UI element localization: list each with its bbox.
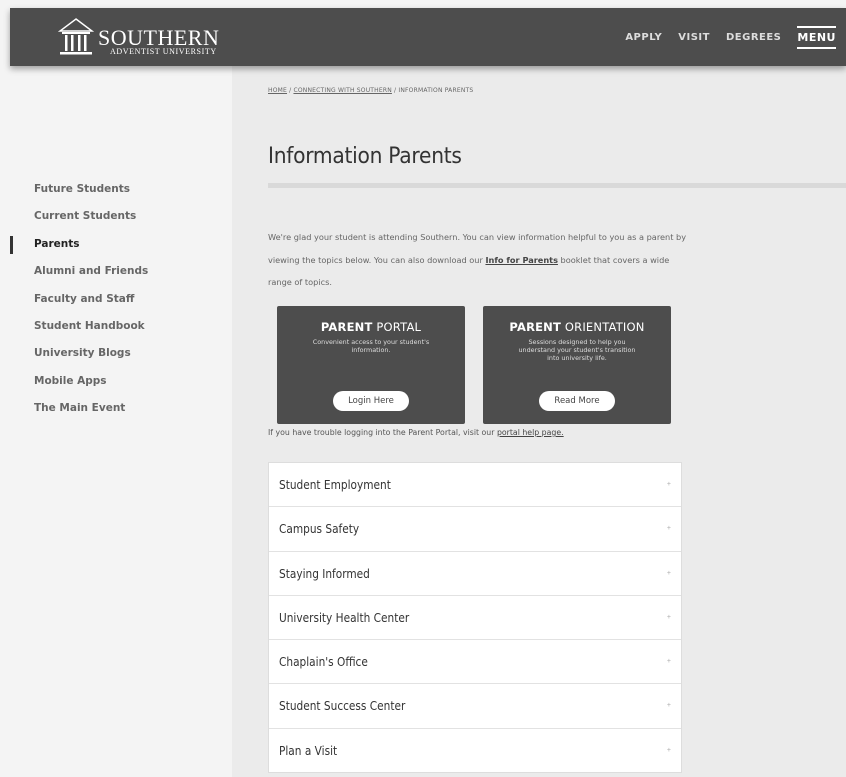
accordion-item-university-health-center[interactable]: University Health Center + (269, 596, 681, 641)
sidebar-item-the-main-event[interactable]: The Main Event (10, 395, 232, 422)
accordion-item-student-success-center[interactable]: Student Success Center + (269, 684, 681, 729)
accordion-label: Student Success Center (279, 699, 406, 714)
sidebar-item-faculty-and-staff[interactable]: Faculty and Staff (10, 286, 232, 313)
accordion-label: Chaplain's Office (279, 655, 368, 670)
sidebar-item-parents[interactable]: Parents (10, 231, 232, 258)
card-title-bold: PARENT (509, 320, 562, 334)
main-content: HOME / CONNECTING WITH SOUTHERN / INFORM… (232, 66, 846, 777)
card-title: PARENT PORTAL (277, 320, 465, 334)
expand-icon: + (666, 746, 671, 754)
info-for-parents-link[interactable]: Info for Parents (485, 255, 558, 265)
site-header: SOUTHERN ADVENTIST UNIVERSITY APPLY VISI… (10, 8, 846, 66)
expand-icon: + (666, 702, 671, 710)
accordion-item-plan-a-visit[interactable]: Plan a Visit + (269, 729, 681, 772)
card-title-light: ORIENTATION (561, 320, 645, 334)
parent-orientation-card: PARENT ORIENTATION Sessions designed to … (483, 306, 671, 424)
intro-text: We're glad your student is attending Sou… (268, 226, 688, 294)
sidebar-nav: Future Students Current Students Parents… (10, 176, 232, 423)
card-description: Sessions designed to help you understand… (518, 338, 636, 362)
menu-button[interactable]: MENU (797, 25, 836, 49)
accordion-label: Plan a Visit (279, 743, 338, 758)
topics-accordion: Student Employment + Campus Safety + Sta… (268, 462, 682, 774)
help-text-part: If you have trouble logging into the Par… (268, 428, 497, 437)
breadcrumb-section[interactable]: CONNECTING WITH SOUTHERN (293, 87, 391, 94)
sidebar-item-alumni-and-friends[interactable]: Alumni and Friends (10, 258, 232, 285)
nav-visit[interactable]: VISIT (678, 32, 710, 43)
sidebar-item-current-students[interactable]: Current Students (10, 203, 232, 230)
accordion-item-student-employment[interactable]: Student Employment + (269, 463, 681, 508)
nav-degrees[interactable]: DEGREES (726, 32, 781, 43)
top-nav: APPLY VISIT DEGREES MENU (609, 8, 836, 66)
sidebar-item-university-blogs[interactable]: University Blogs (10, 340, 232, 367)
expand-icon: + (666, 613, 671, 621)
expand-icon: + (666, 658, 671, 666)
sidebar-item-future-students[interactable]: Future Students (10, 176, 232, 203)
accordion-item-staying-informed[interactable]: Staying Informed + (269, 552, 681, 596)
card-description: Convenient access to your student's info… (312, 338, 430, 354)
accordion-item-chaplains-office[interactable]: Chaplain's Office + (269, 640, 681, 685)
expand-icon: + (666, 481, 671, 488)
page-title: Information Parents (268, 144, 462, 169)
breadcrumb: HOME / CONNECTING WITH SOUTHERN / INFORM… (268, 87, 473, 94)
login-here-button[interactable]: Login Here (333, 391, 409, 411)
university-logo[interactable]: SOUTHERN ADVENTIST UNIVERSITY (58, 17, 228, 59)
breadcrumb-home[interactable]: HOME (268, 87, 287, 94)
sidebar: Future Students Current Students Parents… (10, 66, 232, 777)
title-divider (268, 183, 846, 188)
parent-portal-card: PARENT PORTAL Convenient access to your … (277, 306, 465, 424)
expand-icon: + (666, 569, 671, 577)
temple-logo-icon (58, 18, 94, 55)
accordion-label: University Health Center (279, 610, 410, 625)
expand-icon: + (666, 525, 671, 533)
breadcrumb-current: INFORMATION PARENTS (398, 87, 474, 94)
sidebar-item-mobile-apps[interactable]: Mobile Apps (10, 368, 232, 395)
read-more-button[interactable]: Read More (539, 391, 615, 411)
sidebar-active-pointer (222, 229, 232, 251)
card-title: PARENT ORIENTATION (483, 320, 671, 334)
card-title-bold: PARENT (320, 320, 373, 334)
logo-subtitle: ADVENTIST UNIVERSITY (110, 47, 217, 56)
card-title-light: PORTAL (372, 320, 422, 334)
accordion-item-campus-safety[interactable]: Campus Safety + (269, 507, 681, 552)
nav-apply[interactable]: APPLY (625, 32, 662, 43)
accordion-label: Student Employment (279, 478, 391, 492)
portal-help-link[interactable]: portal help page. (497, 428, 564, 437)
portal-help-text: If you have trouble logging into the Par… (268, 428, 564, 437)
sidebar-item-student-handbook[interactable]: Student Handbook (10, 313, 232, 340)
accordion-label: Staying Informed (279, 566, 370, 581)
accordion-label: Campus Safety (279, 522, 360, 537)
